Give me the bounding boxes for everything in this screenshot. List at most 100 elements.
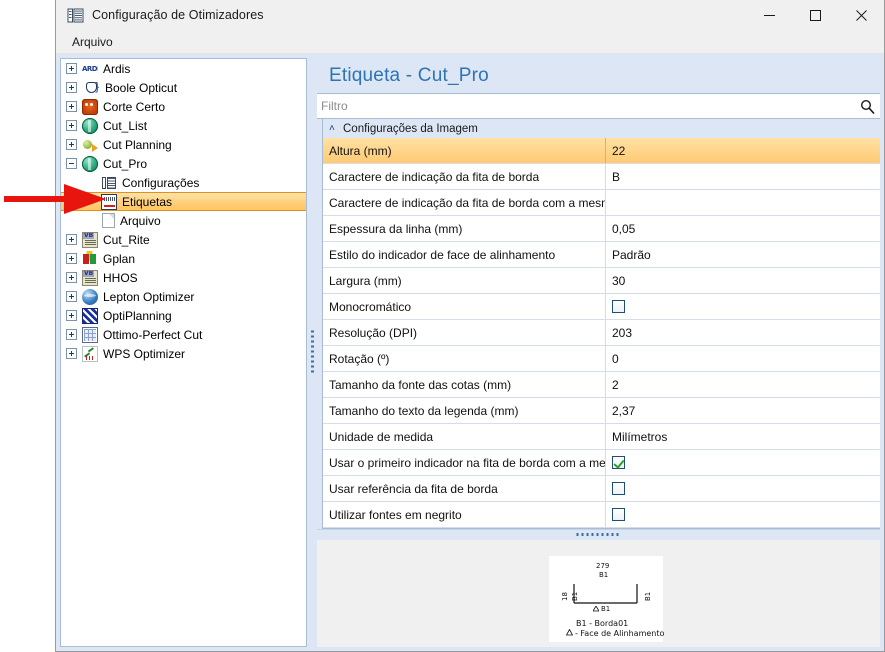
property-row[interactable]: Utilizar fontes em negrito — [323, 502, 880, 528]
property-grid[interactable]: ˄ Configurações da Imagem Altura (mm) 22 Car… — [322, 119, 880, 529]
property-name: Utilizar fontes em negrito — [323, 502, 606, 527]
window-body: ARDIS Ardis Boole Opticut Corte Certo Cut_Li… — [56, 54, 884, 651]
property-category-header[interactable]: ˄ Configurações da Imagem — [323, 119, 880, 138]
sidebar-item-arquivo[interactable]: Arquivo — [61, 211, 306, 230]
property-value[interactable]: 22 — [606, 138, 880, 163]
file-icon — [102, 213, 115, 228]
expand-icon[interactable] — [66, 234, 77, 245]
window-title: Configuração de Otimizadores — [92, 8, 264, 22]
sidebar-item-label: Corte Certo — [103, 99, 166, 114]
sidebar-item-lepton-optimizer[interactable]: Lepton Optimizer — [61, 287, 306, 306]
property-row[interactable]: Usar o primeiro indicador na fita de bor… — [323, 450, 880, 476]
preview-left-inner-edge: B1 — [571, 591, 579, 601]
vb-icon — [82, 231, 98, 248]
expand-icon[interactable] — [66, 101, 77, 112]
sidebar-item-label: Lepton Optimizer — [103, 289, 195, 304]
expand-icon[interactable] — [66, 348, 77, 359]
sidebar-item-hhos[interactable]: HHOS — [61, 268, 306, 287]
checkbox-unchecked[interactable] — [612, 482, 625, 495]
checkbox-unchecked[interactable] — [612, 508, 625, 521]
config-icon — [101, 174, 117, 191]
property-name: Unidade de medida — [323, 424, 606, 449]
wps-icon — [82, 345, 98, 362]
property-value[interactable]: 2 — [606, 372, 880, 397]
property-row[interactable]: Resolução (DPI) 203 — [323, 320, 880, 346]
expand-icon[interactable] — [66, 291, 77, 302]
page-title: Etiqueta - Cut_Pro — [329, 64, 489, 86]
sidebar-item-cut-planning[interactable]: Cut Planning — [61, 135, 306, 154]
window-controls — [746, 0, 884, 30]
sidebar-item-boole-opticut[interactable]: Boole Opticut — [61, 78, 306, 97]
property-value[interactable]: 0 — [606, 346, 880, 371]
property-row[interactable]: Altura (mm) 22 — [323, 138, 880, 164]
vertical-splitter[interactable] — [307, 58, 317, 647]
sidebar-item-label: Etiquetas — [122, 194, 173, 209]
close-button[interactable] — [838, 0, 884, 30]
expand-icon[interactable] — [66, 310, 77, 321]
property-row[interactable]: Tamanho da fonte das cotas (mm) 2 — [323, 372, 880, 398]
preview-top-value: 279 — [596, 562, 610, 570]
sidebar-item-gplan[interactable]: Gplan — [61, 249, 306, 268]
horizontal-splitter[interactable] — [317, 529, 880, 540]
checkbox-checked[interactable] — [612, 456, 625, 469]
sidebar-item-wps-optimizer[interactable]: WPS Optimizer — [61, 344, 306, 363]
alignment-face-marker-legend — [566, 629, 573, 636]
optimizer-tree[interactable]: ARDIS Ardis Boole Opticut Corte Certo Cut_Li… — [60, 58, 307, 647]
collapse-icon[interactable] — [66, 158, 77, 169]
expand-icon[interactable] — [66, 253, 77, 264]
menu-item-arquivo[interactable]: Arquivo — [64, 33, 121, 52]
preview-legend-line2: - Face de Alinhamento — [575, 629, 665, 638]
property-row[interactable]: Espessura da linha (mm) 0,05 — [323, 216, 880, 242]
vb-icon — [82, 269, 98, 286]
property-value[interactable]: 2,37 — [606, 398, 880, 423]
preview-right-edge: B1 — [644, 591, 652, 601]
property-row[interactable]: Largura (mm) 30 — [323, 268, 880, 294]
lepton-icon — [82, 288, 98, 305]
sidebar-item-corte-certo[interactable]: Corte Certo — [61, 97, 306, 116]
property-name: Caractere de indicação da fita de borda … — [323, 190, 606, 215]
property-row[interactable]: Unidade de medida Milímetros — [323, 424, 880, 450]
close-icon — [855, 9, 867, 21]
property-row[interactable]: Rotação (º) 0 — [323, 346, 880, 372]
expand-icon[interactable] — [66, 63, 77, 74]
search-icon[interactable] — [854, 99, 880, 114]
property-value[interactable]: 203 — [606, 320, 880, 345]
property-value[interactable]: 0,05 — [606, 216, 880, 241]
chevron-up-icon: ˄ — [329, 122, 335, 134]
property-value[interactable] — [606, 294, 880, 319]
property-value[interactable] — [606, 450, 880, 475]
property-row[interactable]: Usar referência da fita de borda — [323, 476, 880, 502]
sidebar-item-configura-es[interactable]: Configurações — [61, 173, 306, 192]
property-value[interactable]: 30 — [606, 268, 880, 293]
property-value[interactable]: B — [606, 164, 880, 189]
sidebar-item-ottimo-perfect-cut[interactable]: Ottimo-Perfect Cut — [61, 325, 306, 344]
property-row[interactable]: Tamanho do texto da legenda (mm) 2,37 — [323, 398, 880, 424]
sidebar-item-ardis[interactable]: ARDIS Ardis — [61, 59, 306, 78]
expand-icon[interactable] — [66, 120, 77, 131]
settings-grid-icon — [67, 7, 84, 24]
expand-icon[interactable] — [66, 82, 77, 93]
expand-icon[interactable] — [66, 329, 77, 340]
sidebar-item-cut-list[interactable]: Cut_List — [61, 116, 306, 135]
property-value[interactable] — [606, 502, 880, 527]
desktop-background: Configuração de Otimizadores Arquivo ARD… — [0, 0, 885, 652]
sidebar-item-cut-rite[interactable]: Cut_Rite — [61, 230, 306, 249]
property-value[interactable] — [606, 190, 880, 215]
checkbox-unchecked[interactable] — [612, 300, 625, 313]
maximize-button[interactable] — [792, 0, 838, 30]
sidebar-item-etiquetas[interactable]: Etiquetas — [61, 192, 306, 211]
property-row[interactable]: Estilo do indicador de face de alinhamen… — [323, 242, 880, 268]
property-row[interactable]: Caractere de indicação da fita de borda … — [323, 190, 880, 216]
property-value[interactable]: Padrão — [606, 242, 880, 267]
sidebar-item-cut-pro[interactable]: Cut_Pro — [61, 154, 306, 173]
filter-bar — [317, 93, 880, 119]
expand-icon[interactable] — [66, 272, 77, 283]
minimize-button[interactable] — [746, 0, 792, 30]
property-value[interactable] — [606, 476, 880, 501]
property-row[interactable]: Monocromático — [323, 294, 880, 320]
property-value[interactable]: Milímetros — [606, 424, 880, 449]
sidebar-item-optiplanning[interactable]: OptiPlanning — [61, 306, 306, 325]
expand-icon[interactable] — [66, 139, 77, 150]
property-row[interactable]: Caractere de indicação da fita de borda B — [323, 164, 880, 190]
filter-input[interactable] — [317, 98, 854, 114]
